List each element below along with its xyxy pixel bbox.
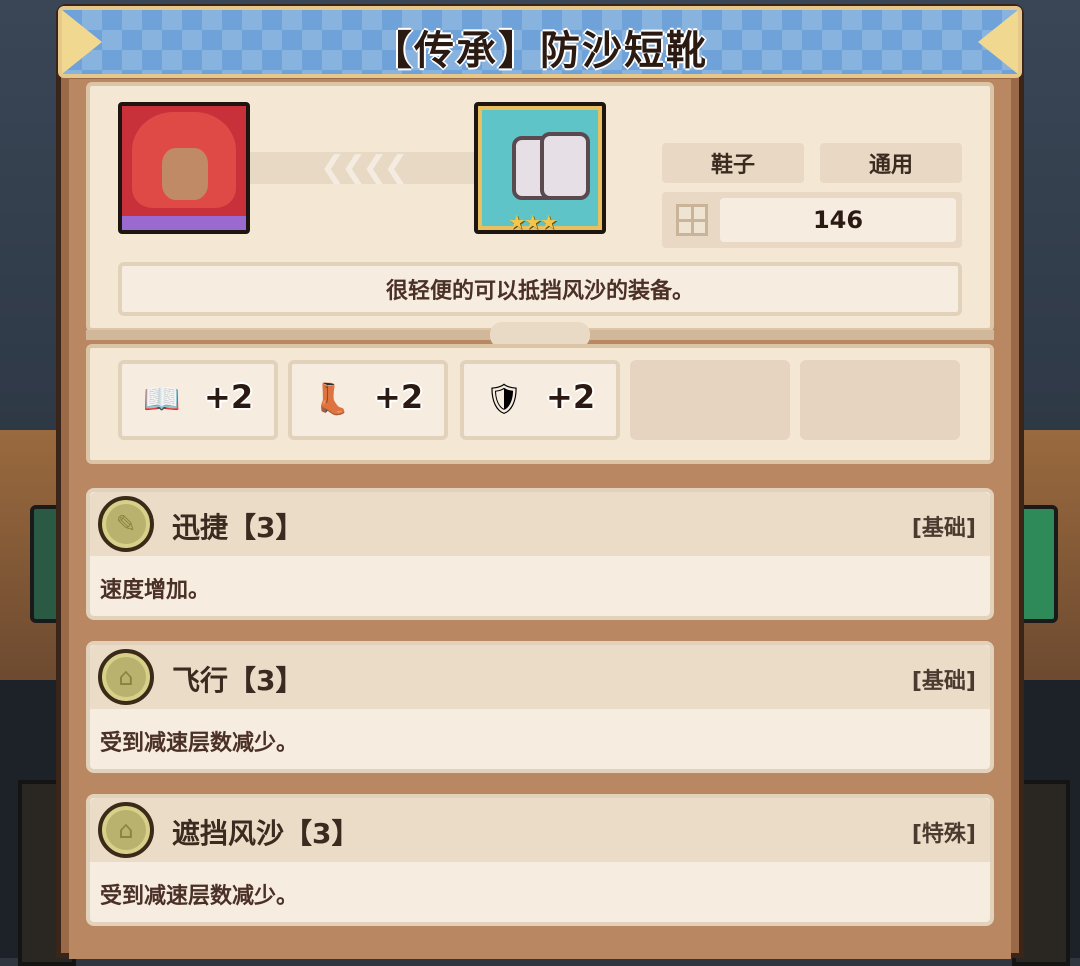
skill-description: 受到减速层数减少。 bbox=[100, 731, 299, 756]
boot-icon: 👢 bbox=[313, 382, 351, 417]
hero-portrait[interactable] bbox=[118, 102, 250, 234]
book-icon: 📖 bbox=[143, 382, 181, 417]
attribute-value: +2 bbox=[374, 378, 424, 416]
skill-type: [基础] bbox=[911, 669, 976, 694]
feather-medal-icon: ✎ bbox=[98, 496, 154, 552]
item-description: 很轻便的可以抵挡风沙的装备。 bbox=[118, 262, 962, 316]
attribute-value: +2 bbox=[204, 378, 254, 416]
grid-icon bbox=[676, 204, 708, 236]
portrait-rarity-bar bbox=[122, 216, 246, 230]
skill-card-swift[interactable]: ✎ 迅捷【3】 [基础] 速度增加。 bbox=[86, 488, 994, 620]
shield-icon: 🛡 bbox=[484, 382, 524, 417]
star-rating: ★★★ bbox=[508, 210, 558, 234]
attribute-slot-shield[interactable]: 🛡 +2 bbox=[460, 360, 620, 440]
skill-name: 飞行【3】 bbox=[172, 664, 304, 697]
skill-card-sandshield[interactable]: ⌂ 遮挡风沙【3】 [特殊] 受到减速层数减少。 bbox=[86, 794, 994, 926]
attribute-slot-boot[interactable]: 👢 +2 bbox=[288, 360, 448, 440]
skill-description: 速度增加。 bbox=[100, 578, 211, 603]
skill-name: 遮挡风沙【3】 bbox=[172, 817, 360, 850]
item-title: 【传承】防沙短靴 bbox=[372, 28, 708, 74]
attribute-slot-empty bbox=[630, 360, 790, 440]
boot-right bbox=[540, 132, 590, 200]
boots-icon[interactable]: ★★★ bbox=[474, 102, 606, 234]
attribute-slot-book[interactable]: 📖 +2 bbox=[118, 360, 278, 440]
skill-name: 迅捷【3】 bbox=[172, 511, 304, 544]
attribute-value: +2 bbox=[546, 378, 596, 416]
tag-shoes: 鞋子 bbox=[662, 143, 804, 183]
skill-card-flight[interactable]: ⌂ 飞行【3】 [基础] 受到减速层数减少。 bbox=[86, 641, 994, 773]
tag-general: 通用 bbox=[820, 143, 962, 183]
attribute-slot-empty bbox=[800, 360, 960, 440]
skill-description: 受到减速层数减少。 bbox=[100, 884, 299, 909]
title-banner: 【传承】防沙短靴 bbox=[58, 6, 1022, 78]
skill-type: [基础] bbox=[911, 516, 976, 541]
stat-value: 146 bbox=[720, 198, 956, 242]
skill-type: [特殊] bbox=[911, 822, 976, 847]
lock-medal-icon: ⌂ bbox=[98, 802, 154, 858]
portrait-face bbox=[162, 148, 208, 200]
lock-medal-icon: ⌂ bbox=[98, 649, 154, 705]
chevron-left-icon: ❮❮❮❮ bbox=[320, 150, 409, 185]
